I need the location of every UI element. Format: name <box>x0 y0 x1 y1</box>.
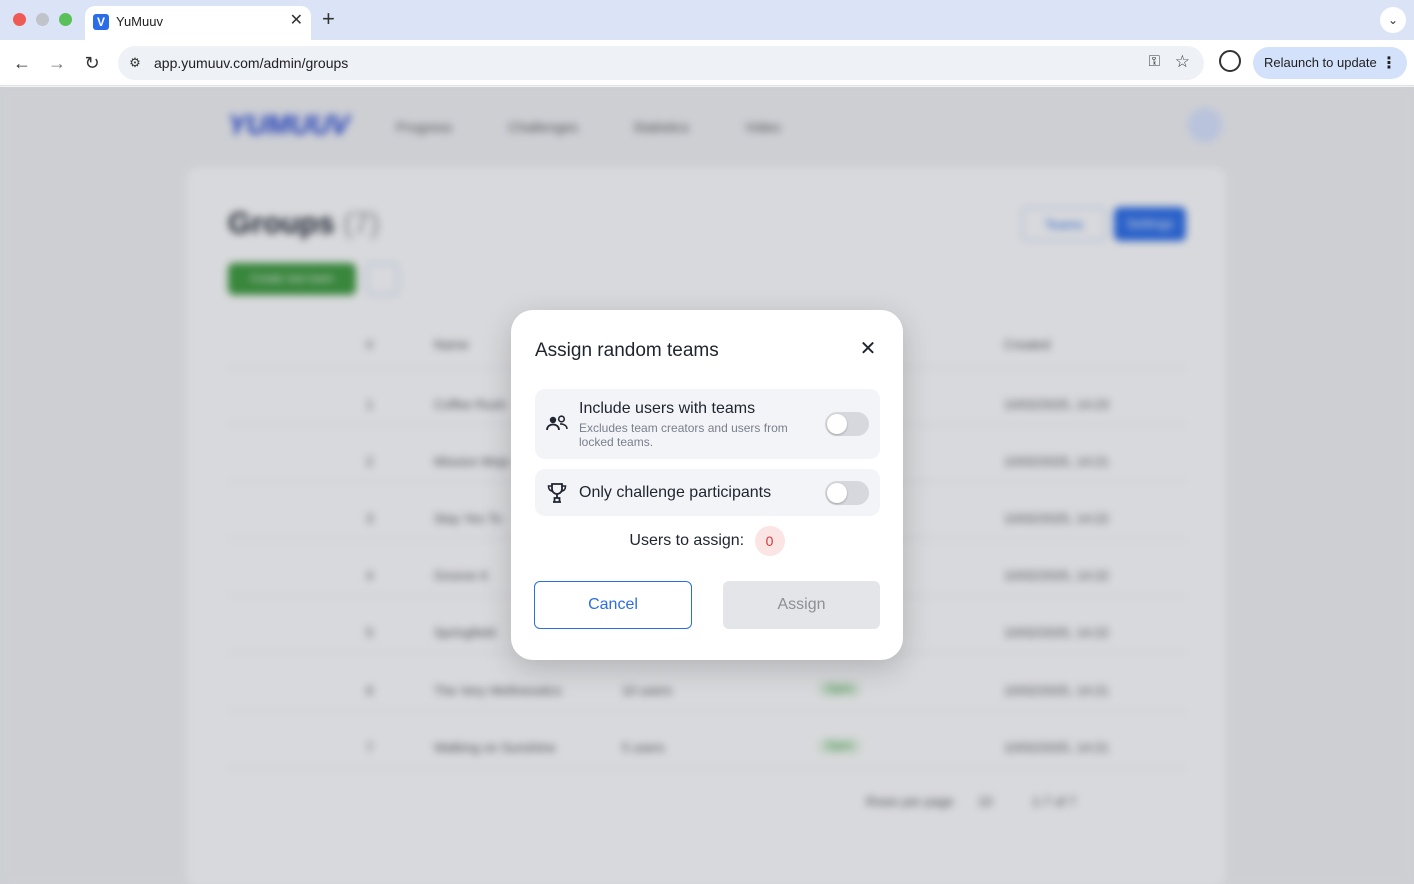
tab-title: YuMuuv <box>116 14 163 29</box>
site-settings-icon[interactable]: ⚙ <box>126 54 144 72</box>
include-users-toggle[interactable] <box>825 412 869 436</box>
browser-tab[interactable]: V YuMuuv ✕ <box>85 6 311 40</box>
browser-toolbar: ← → ↻ ⚙ app.yumuuv.com/admin/groups ⚿ ☆ <box>0 40 1414 86</box>
dialog-title: Assign random teams <box>535 340 719 361</box>
cancel-button[interactable]: Cancel <box>534 581 692 629</box>
new-tab-icon[interactable]: + <box>322 8 335 30</box>
users-to-assign-count-badge: 0 <box>754 526 785 556</box>
assign-button[interactable]: Assign <box>723 581 880 629</box>
tab-close-icon[interactable]: ✕ <box>290 12 303 30</box>
users-icon <box>546 415 568 431</box>
toggle-knob <box>827 414 847 434</box>
trophy-icon <box>547 483 567 503</box>
more-vert-icon[interactable]: ⋮ <box>1381 53 1397 73</box>
tab-search-chevron-icon[interactable]: ⌄ <box>1380 7 1406 33</box>
favicon-icon: V <box>93 14 109 30</box>
reload-icon[interactable]: ↻ <box>80 51 104 75</box>
password-key-icon[interactable]: ⚿ <box>1149 53 1160 70</box>
assign-random-teams-dialog: Assign random teams ✕ Include users with… <box>511 310 903 660</box>
relaunch-button[interactable]: Relaunch to update ⋮ <box>1253 47 1407 79</box>
relaunch-label: Relaunch to update <box>1264 55 1377 70</box>
profile-icon[interactable] <box>1219 50 1241 72</box>
bookmark-star-icon[interactable]: ☆ <box>1175 52 1190 72</box>
close-icon[interactable]: ✕ <box>858 339 878 359</box>
users-to-assign-label: Users to assign: <box>629 532 745 549</box>
only-challenge-participants-option: Only challenge participants <box>535 469 880 516</box>
toggle-knob <box>827 483 847 503</box>
window-maximize-button[interactable] <box>59 13 72 26</box>
only-participants-toggle[interactable] <box>825 481 869 505</box>
address-bar[interactable]: ⚙ app.yumuuv.com/admin/groups ⚿ ☆ <box>118 46 1204 80</box>
users-to-assign-row: Users to assign: 0 <box>511 526 903 558</box>
browser-tab-bar: V YuMuuv ✕ + ⌄ <box>0 0 1414 40</box>
forward-arrow-icon[interactable]: → <box>45 51 69 75</box>
window-minimize-button[interactable] <box>36 13 49 26</box>
option-label: Include users with teams <box>579 400 756 417</box>
back-arrow-icon[interactable]: ← <box>10 51 34 75</box>
option-description: Excludes team creators and users from lo… <box>579 421 788 449</box>
include-users-with-teams-option: Include users with teams Excludes team c… <box>535 389 880 459</box>
option-label: Only challenge participants <box>579 484 772 501</box>
window-close-button[interactable] <box>13 13 26 26</box>
url-text[interactable]: app.yumuuv.com/admin/groups <box>154 55 348 71</box>
